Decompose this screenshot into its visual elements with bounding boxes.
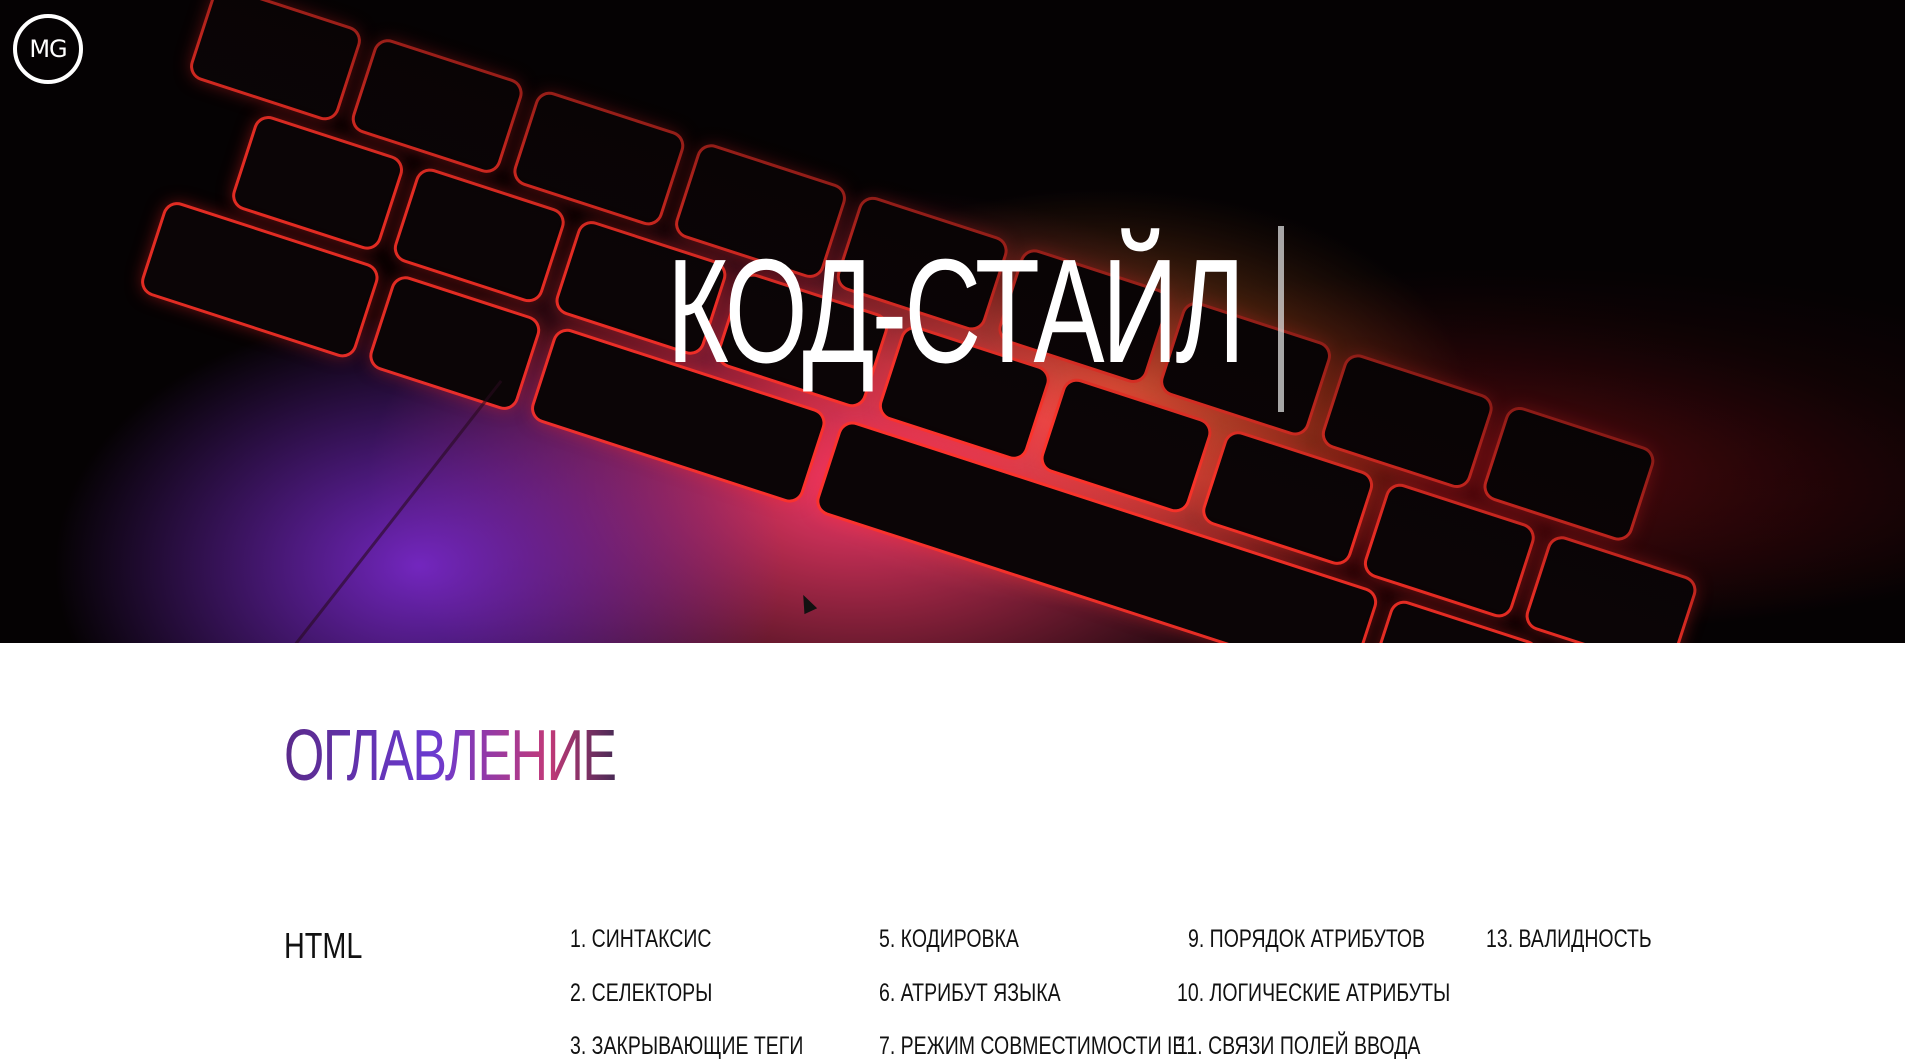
- site-logo[interactable]: MG: [13, 14, 83, 84]
- toc-link-boolean-attributes[interactable]: 10. ЛОГИЧЕСКИЕ АТРИБУТЫ: [1177, 981, 1450, 1006]
- logo-text: MG: [29, 35, 67, 63]
- toc-link-validity[interactable]: 13. ВАЛИДНОСТЬ: [1486, 927, 1652, 952]
- toc-link-closing-tags[interactable]: 3. ЗАКРЫВАЮЩИЕ ТЕГИ: [570, 1034, 803, 1059]
- toc-link-lang-attribute[interactable]: 6. АТРИБУТ ЯЗЫКА: [879, 981, 1061, 1006]
- toc-link-encoding[interactable]: 5. КОДИРОВКА: [879, 927, 1019, 952]
- toc-link-input-labels[interactable]: 11. СВЯЗИ ПОЛЕЙ ВВОДА: [1177, 1034, 1420, 1059]
- toc-link-selectors[interactable]: 2. СЕЛЕКТОРЫ: [570, 981, 712, 1006]
- toc-link-ie-compat-mode[interactable]: 7. РЕЖИМ СОВМЕСТИМОСТИ IE: [879, 1034, 1185, 1059]
- toc-section-html: HTML: [284, 925, 363, 966]
- hero-title: КОД-СТАЙЛ: [666, 229, 1246, 394]
- toc-link-attribute-order[interactable]: 9. ПОРЯДОК АТРИБУТОВ: [1188, 927, 1425, 952]
- typing-cursor: [1278, 226, 1284, 412]
- page: MG КОД-СТАЙЛ ОГЛАВЛЕНИЕ HTML 1. СИНТАКСИ…: [0, 0, 1905, 1061]
- toc-link-syntax[interactable]: 1. СИНТАКСИС: [570, 927, 711, 952]
- toc-heading: ОГЛАВЛЕНИЕ: [284, 716, 617, 796]
- hero-banner: MG КОД-СТАЙЛ: [0, 0, 1905, 643]
